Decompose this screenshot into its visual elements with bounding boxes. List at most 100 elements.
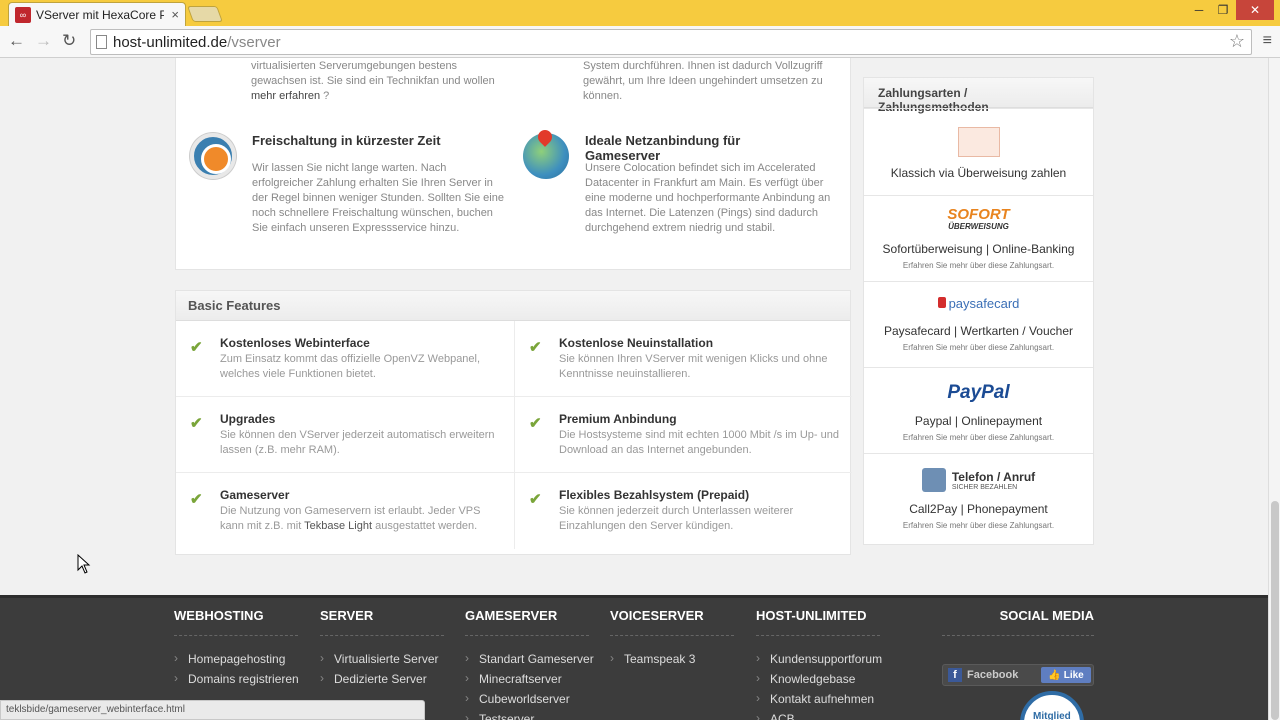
transfer-form-icon <box>864 127 1093 162</box>
feature-item: ✔ Flexibles Bezahlsystem (Prepaid) Sie k… <box>514 473 852 549</box>
footer-link[interactable]: Kundensupportforum <box>756 651 882 672</box>
favicon-icon: ∞ <box>15 6 31 23</box>
facebook-label: Facebook <box>967 669 1019 681</box>
payment-more-info[interactable]: Erfahren Sie mehr über diese Zahlungsart… <box>864 433 1093 442</box>
footer-link[interactable]: Knowledgebase <box>756 671 882 692</box>
footer-link[interactable]: Testserver <box>465 711 594 720</box>
footer-col-voiceserver: VOICESERVER Teamspeak 3 <box>610 608 734 672</box>
reload-icon[interactable]: ↻ <box>62 31 76 51</box>
facebook-widget[interactable]: f Facebook 👍 Like <box>942 664 1094 686</box>
footer-col-webhosting: WEBHOSTING HomepagehostingDomains regist… <box>174 608 299 692</box>
bookmark-star-icon[interactable]: ☆ <box>1229 31 1245 52</box>
card-title: Ideale Netzanbindung für Gameserver <box>585 133 741 163</box>
refresh-clock-icon <box>190 133 236 179</box>
footer-heading: WEBHOSTING <box>174 608 298 636</box>
member-badge: Mitglied <box>1020 691 1084 720</box>
payment-name: Sofortüberweisung | Online-Banking <box>882 242 1075 256</box>
maximize-icon[interactable]: ❐ <box>1212 0 1234 20</box>
browser-tab[interactable]: ∞ VServer mit HexaCore Pro × <box>8 2 186 26</box>
close-tab-icon[interactable]: × <box>171 7 179 22</box>
feature-title: Gameserver <box>220 488 290 502</box>
feature-text: Zum Einsatz kommt das offizielle OpenVZ … <box>220 353 481 380</box>
tekbase-link[interactable]: Tekbase Light <box>304 520 372 532</box>
footer-link[interactable]: Domains registrieren <box>174 671 299 692</box>
feature-title: Kostenlose Neuinstallation <box>559 336 714 350</box>
payment-call2pay[interactable]: Telefon / Anruf SICHER BEZAHLEN Call2Pay … <box>864 453 1093 545</box>
card-title: Freischaltung in kürzester Zeit <box>252 133 441 148</box>
footer-col-server: SERVER Virtualisierte ServerDedizierte S… <box>320 608 444 692</box>
page-content: virtualisierten Serverumgebungen bestens… <box>0 58 1280 720</box>
footer-link[interactable]: Minecraftserver <box>465 671 594 692</box>
payment-more-info[interactable]: Erfahren Sie mehr über diese Zahlungsart… <box>864 343 1093 352</box>
globe-pin-icon <box>523 133 569 179</box>
sofort-logo: SOFORT ÜBERWEISUNG <box>947 206 1010 231</box>
scrollbar-thumb[interactable] <box>1271 501 1279 720</box>
browser-toolbar: ← → ↻ host-unlimited.de/vserver ☆ ≡ <box>0 26 1280 58</box>
payment-methods-box: Zahlungsarten / Zahlungsmethoden Klassic… <box>863 77 1094 545</box>
feature-item: ✔ Premium Anbindung Die Hostsysteme sind… <box>514 397 852 473</box>
call2pay-logo: Telefon / Anruf SICHER BEZAHLEN <box>864 468 1093 492</box>
check-icon: ✔ <box>190 339 203 356</box>
footer-link[interactable]: Virtualisierte Server <box>320 651 444 672</box>
url-host: host-unlimited.de <box>113 33 228 51</box>
footer-link[interactable]: Homepagehosting <box>174 651 299 672</box>
check-icon: ✔ <box>190 415 203 432</box>
payment-more-info[interactable]: Erfahren Sie mehr über diese Zahlungsart… <box>864 521 1093 530</box>
payment-bank-transfer[interactable]: Klassich via Überweisung zahlen <box>864 108 1093 195</box>
basic-features-box: Basic Features ✔ Kostenloses Webinterfac… <box>175 290 852 555</box>
status-bar: teklsbide/gameserver_webinterface.html <box>0 700 425 720</box>
facebook-icon: f <box>948 668 962 682</box>
address-bar[interactable]: host-unlimited.de/vserver ☆ <box>90 29 1252 55</box>
feature-text: Sie können jederzeit durch Unterlassen w… <box>559 505 794 532</box>
back-icon[interactable]: ← <box>8 31 25 51</box>
feature-title: Flexibles Bezahlsystem (Prepaid) <box>559 488 750 502</box>
footer-link[interactable]: Kontakt aufnehmen <box>756 691 882 712</box>
thumbs-up-icon: 👍 <box>1048 669 1061 681</box>
payments-heading: Zahlungsarten / Zahlungsmethoden <box>864 78 1093 114</box>
feature-title: Premium Anbindung <box>559 412 677 426</box>
page-icon <box>96 35 107 49</box>
features-heading: Basic Features <box>176 291 850 321</box>
like-button[interactable]: 👍 Like <box>1041 667 1091 683</box>
forward-icon[interactable]: → <box>35 31 52 51</box>
payment-name: Klassich via Überweisung zahlen <box>890 166 1067 180</box>
prev-card-right-text: System durchführen. Ihnen ist dadurch Vo… <box>583 60 823 102</box>
feature-text: Die Hostsysteme sind mit echten 1000 Mbi… <box>559 429 840 456</box>
url-path: /vserver <box>227 33 281 51</box>
footer-link[interactable]: Cubeworldserver <box>465 691 594 712</box>
feature-text: Sie können Ihren VServer mit wenigen Kli… <box>559 353 828 380</box>
feature-item: ✔ Kostenloses Webinterface Zum Einsatz k… <box>176 321 514 397</box>
paypal-logo: PayPal <box>947 382 1010 403</box>
feature-item: ✔ Gameserver Die Nutzung von Gameservern… <box>176 473 514 549</box>
check-icon: ✔ <box>529 415 542 432</box>
social-media: SOCIAL MEDIA f Facebook 👍 Like <box>942 608 1094 686</box>
feature-title: Kostenloses Webinterface <box>220 336 370 350</box>
menu-icon[interactable]: ≡ <box>1263 32 1272 50</box>
footer-heading: SERVER <box>320 608 444 636</box>
payment-sofort[interactable]: SOFORT ÜBERWEISUNG Sofortüberweisung | O… <box>864 195 1093 281</box>
payment-name: Paysafecard | Wertkarten / Voucher <box>884 324 1073 338</box>
check-icon: ✔ <box>529 491 542 508</box>
tab-title: VServer mit HexaCore Pro <box>36 7 164 22</box>
check-icon: ✔ <box>190 491 203 508</box>
minimize-icon[interactable]: ─ <box>1188 0 1210 20</box>
payment-paypal[interactable]: PayPal Paypal | Onlinepayment Erfahren S… <box>864 367 1093 453</box>
feature-text: Sie können den VServer jederzeit automat… <box>220 429 495 456</box>
paysafecard-logo: paysafecard <box>864 296 1093 311</box>
feature-item: ✔ Kostenlose Neuinstallation Sie können … <box>514 321 852 397</box>
scrollbar[interactable] <box>1268 58 1280 720</box>
footer-link[interactable]: Teamspeak 3 <box>610 651 734 672</box>
footer-link[interactable]: Standart Gameserver <box>465 651 594 672</box>
new-tab-button[interactable] <box>187 6 223 22</box>
footer-col-host-unlimited: HOST-UNLIMITED KundensupportforumKnowled… <box>756 608 882 720</box>
footer-heading: GAMESERVER <box>465 608 589 636</box>
feature-title: Upgrades <box>220 412 276 426</box>
payment-paysafecard[interactable]: paysafecard Paysafecard | Wertkarten / V… <box>864 281 1093 367</box>
footer-link[interactable]: ACB <box>756 711 882 720</box>
payment-more-info[interactable]: Erfahren Sie mehr über diese Zahlungsart… <box>864 261 1093 270</box>
close-window-icon[interactable]: ✕ <box>1236 0 1274 20</box>
more-info-link[interactable]: mehr erfahren <box>251 90 320 102</box>
footer-col-gameserver: GAMESERVER Standart GameserverMinecrafts… <box>465 608 594 720</box>
footer-link[interactable]: Dedizierte Server <box>320 671 444 692</box>
card-text: Wir lassen Sie nicht lange warten. Nach … <box>252 162 504 234</box>
